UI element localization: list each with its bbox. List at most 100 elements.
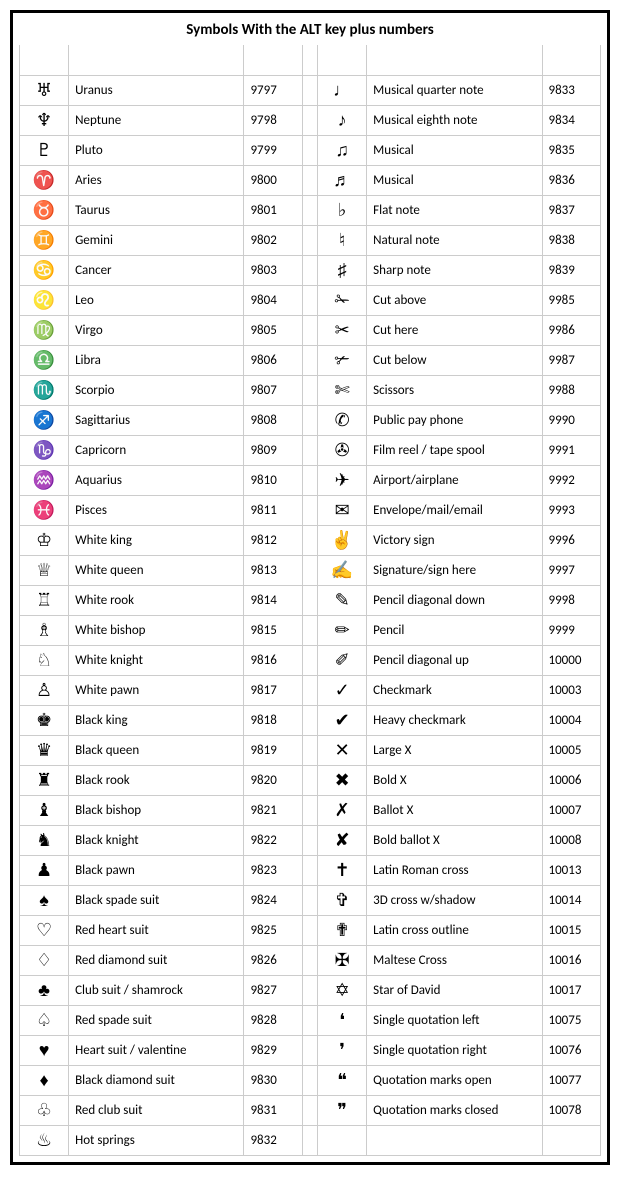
symbol-glyph: ♩ [318,75,367,105]
symbol-name: Pluto [69,135,244,165]
symbol-code: 9831 [244,1095,302,1125]
table-row: ♈Aries9800♬Musical9836 [20,165,601,195]
symbol-code: 10005 [542,735,601,765]
symbol-glyph: ♌ [20,285,69,315]
table-row: ♓Pisces9811✉Envelope/mail/email9993 [20,495,601,525]
table-row: ♐Sagittarius9808✆Public pay phone9990 [20,405,601,435]
symbol-glyph: ♜ [20,765,69,795]
symbol-name: Uranus [69,75,244,105]
symbol-code: 10078 [542,1095,601,1125]
table-row: ♠Black spade suit9824✞3D cross w/shadow1… [20,885,601,915]
symbol-glyph: ♙ [20,675,69,705]
symbol-name: Hot springs [69,1125,244,1155]
symbol-glyph: ♘ [20,645,69,675]
table-row: ♟Black pawn9823✝Latin Roman cross10013 [20,855,601,885]
symbol-code: 9834 [542,105,601,135]
symbol-code: 9835 [542,135,601,165]
table-row: ♙White pawn9817✓Checkmark10003 [20,675,601,705]
symbol-name: Single quotation right [367,1035,542,1065]
symbol-glyph: ♎ [20,345,69,375]
symbol-code: 9820 [244,765,302,795]
column-gap [302,225,317,255]
table-row: ♋Cancer9803♯Sharp note9839 [20,255,601,285]
symbol-glyph: ♕ [20,555,69,585]
symbol-name: Aries [69,165,244,195]
column-gap [302,495,317,525]
column-gap [302,795,317,825]
column-gap [302,735,317,765]
symbol-code: 9825 [244,915,302,945]
symbol-name: Club suit / shamrock [69,975,244,1005]
symbol-glyph: ✇ [318,435,367,465]
table-row: ♡Red heart suit9825✟Latin cross outline1… [20,915,601,945]
table-row: ♞Black knight9822✘Bold ballot X10008 [20,825,601,855]
symbol-glyph: ❝ [318,1065,367,1095]
symbol-glyph: ♬ [318,165,367,195]
symbol-glyph: ✔ [318,705,367,735]
symbol-glyph: ♓ [20,495,69,525]
symbol-glyph: ♦ [20,1065,69,1095]
symbol-glyph: ♢ [20,945,69,975]
symbol-name: Black queen [69,735,244,765]
symbol-code: 9799 [244,135,302,165]
symbol-name: Flat note [367,195,542,225]
symbol-glyph: ✞ [318,885,367,915]
table-row: ♇Pluto9799♫Musical9835 [20,135,601,165]
symbol-code: 9838 [542,225,601,255]
symbol-code: 9801 [244,195,302,225]
symbol-name: White knight [69,645,244,675]
symbol-code: 9997 [542,555,601,585]
table-row: ♕White queen9813✍Signature/sign here9997 [20,555,601,585]
table-row: ♢Red diamond suit9826✠Maltese Cross10016 [20,945,601,975]
column-gap [302,585,317,615]
symbol-code: 9829 [244,1035,302,1065]
symbol-code: 10006 [542,765,601,795]
symbol-code: 9809 [244,435,302,465]
symbol-code: 9828 [244,1005,302,1035]
column-gap [302,945,317,975]
column-gap [302,615,317,645]
symbol-glyph: ♪ [318,105,367,135]
symbol-name: Cancer [69,255,244,285]
symbol-code: 9996 [542,525,601,555]
symbol-name: Musical [367,135,542,165]
table-row: ♚Black king9818✔Heavy checkmark10004 [20,705,601,735]
column-gap [302,675,317,705]
title: Symbols With the ALT key plus numbers [19,17,601,45]
symbol-name: Black pawn [69,855,244,885]
table-row: ♉Taurus9801♭Flat note9837 [20,195,601,225]
symbol-glyph: ✏ [318,615,367,645]
symbol-code: 10003 [542,675,601,705]
symbol-name [367,1125,542,1155]
column-gap [302,555,317,585]
symbol-name: Pencil diagonal up [367,645,542,675]
symbol-glyph: ✟ [318,915,367,945]
symbol-name: Cut here [367,315,542,345]
symbol-code: 9992 [542,465,601,495]
symbol-name: Capricorn [69,435,244,465]
symbol-code: 9832 [244,1125,302,1155]
symbol-name: Gemini [69,225,244,255]
symbol-code [542,1125,601,1155]
column-gap [302,1065,317,1095]
symbol-glyph: ♉ [20,195,69,225]
symbol-name: Libra [69,345,244,375]
column-gap [302,975,317,1005]
symbol-name: Scissors [367,375,542,405]
symbol-code: 9811 [244,495,302,525]
table-row: ♌Leo9804✁Cut above9985 [20,285,601,315]
symbol-code: 9822 [244,825,302,855]
symbol-name: Pisces [69,495,244,525]
symbol-name: Scorpio [69,375,244,405]
column-gap [302,105,317,135]
column-gap [302,705,317,735]
symbol-code: 10013 [542,855,601,885]
symbol-code: 9823 [244,855,302,885]
symbol-name: Black bishop [69,795,244,825]
table-row: ♆Neptune9798♪Musical eighth note9834 [20,105,601,135]
symbol-glyph: ✠ [318,945,367,975]
symbol-glyph: ♞ [20,825,69,855]
column-gap [302,1095,317,1125]
symbol-name: Musical eighth note [367,105,542,135]
symbol-code: 10004 [542,705,601,735]
